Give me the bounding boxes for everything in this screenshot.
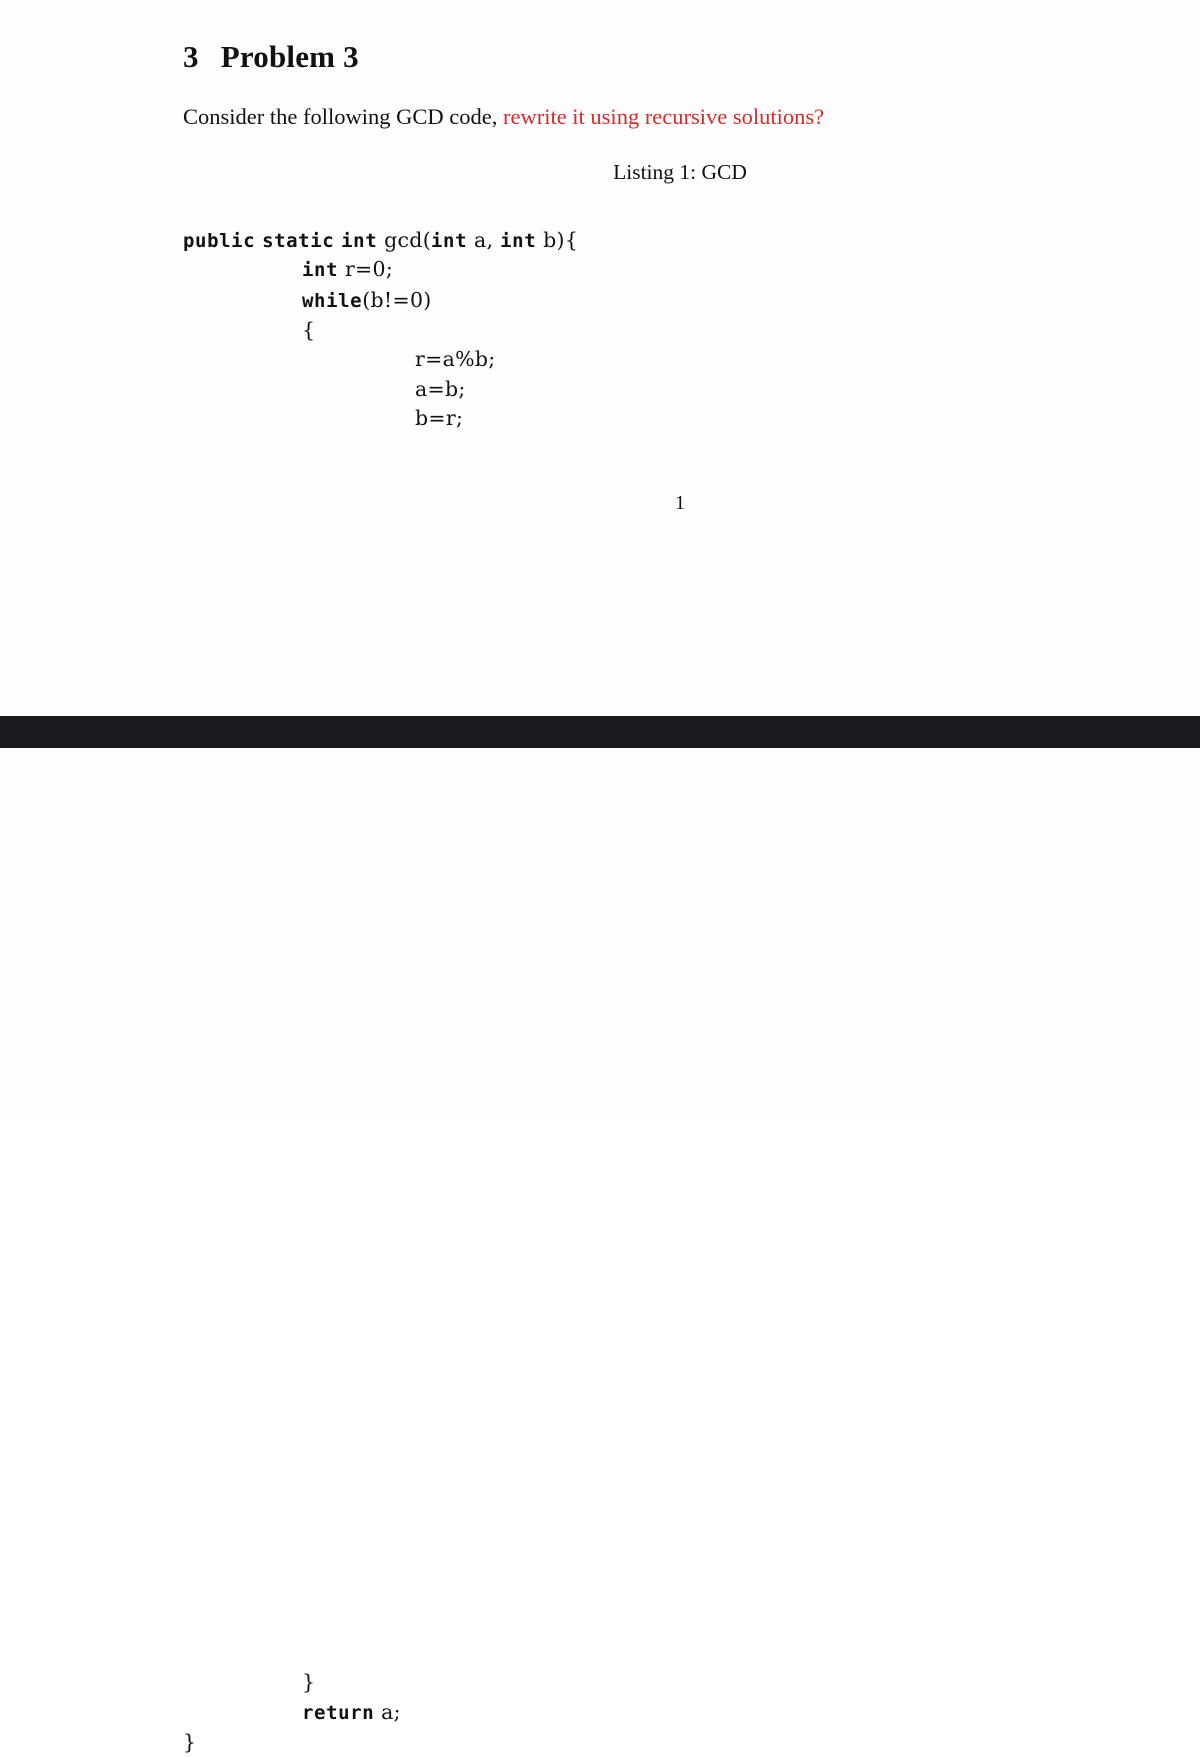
code-line-signature: public static int gcd(int a, int b){ xyxy=(183,226,578,257)
page-title: 3 Problem 3 xyxy=(183,39,359,75)
code-keyword-param-int-1: int xyxy=(431,230,468,252)
code-keyword-static: static xyxy=(262,230,335,252)
code-close-brace-glyph: } xyxy=(302,1670,316,1694)
page-separator-band xyxy=(0,716,1200,748)
code-final-brace-glyph: } xyxy=(183,1730,197,1754)
code-return-value: a; xyxy=(381,1700,401,1724)
section-number: 3 xyxy=(183,38,199,74)
problem-statement: Consider the following GCD code, rewrite… xyxy=(183,102,824,132)
code-line-while: while(b!=0) xyxy=(302,286,432,317)
code-keyword-int-declare: int xyxy=(302,259,339,281)
document-page-two: } return a; } xyxy=(0,748,1200,1754)
code-block-method-body: int r=0; while(b!=0){ xyxy=(302,255,432,346)
code-param-a: a, xyxy=(473,228,494,252)
code-function-name: gcd( xyxy=(384,228,432,252)
code-declare-rest: r=0; xyxy=(344,257,394,281)
code-line-declare: int r=0; xyxy=(302,255,432,286)
code-line-final-brace: } xyxy=(183,1728,196,1758)
code-param-b: b){ xyxy=(543,228,579,252)
code-keyword-while: while xyxy=(302,289,363,312)
problem-statement-question: rewrite it using recursive solutions? xyxy=(502,103,825,129)
code-line-return: return a; xyxy=(302,1698,401,1729)
listing-caption: Listing 1: GCD xyxy=(613,160,747,184)
code-line-assign-b: b=r; xyxy=(415,406,464,430)
code-keyword-int: int xyxy=(341,230,378,252)
code-keyword-return: return xyxy=(302,1702,375,1724)
problem-statement-lead: Consider the following GCD code, xyxy=(183,103,503,129)
code-line-close-brace: } xyxy=(302,1668,315,1698)
page-number: 1 xyxy=(675,492,685,514)
code-keyword-param-int-2: int xyxy=(500,230,537,252)
code-keyword-public: public xyxy=(183,230,256,252)
code-line-open-brace: { xyxy=(302,318,316,342)
code-line-assign-r: r=a%b; xyxy=(415,347,496,371)
code-line-assign-a: a=b; xyxy=(415,376,466,401)
document-page-one: 3 Problem 3 Consider the following GCD co… xyxy=(0,0,1200,716)
code-block-loop-body: r=a%b; a=b; b=r; xyxy=(415,345,496,434)
section-title: Problem 3 xyxy=(220,38,359,74)
code-while-condition: (b!=0) xyxy=(362,287,432,312)
